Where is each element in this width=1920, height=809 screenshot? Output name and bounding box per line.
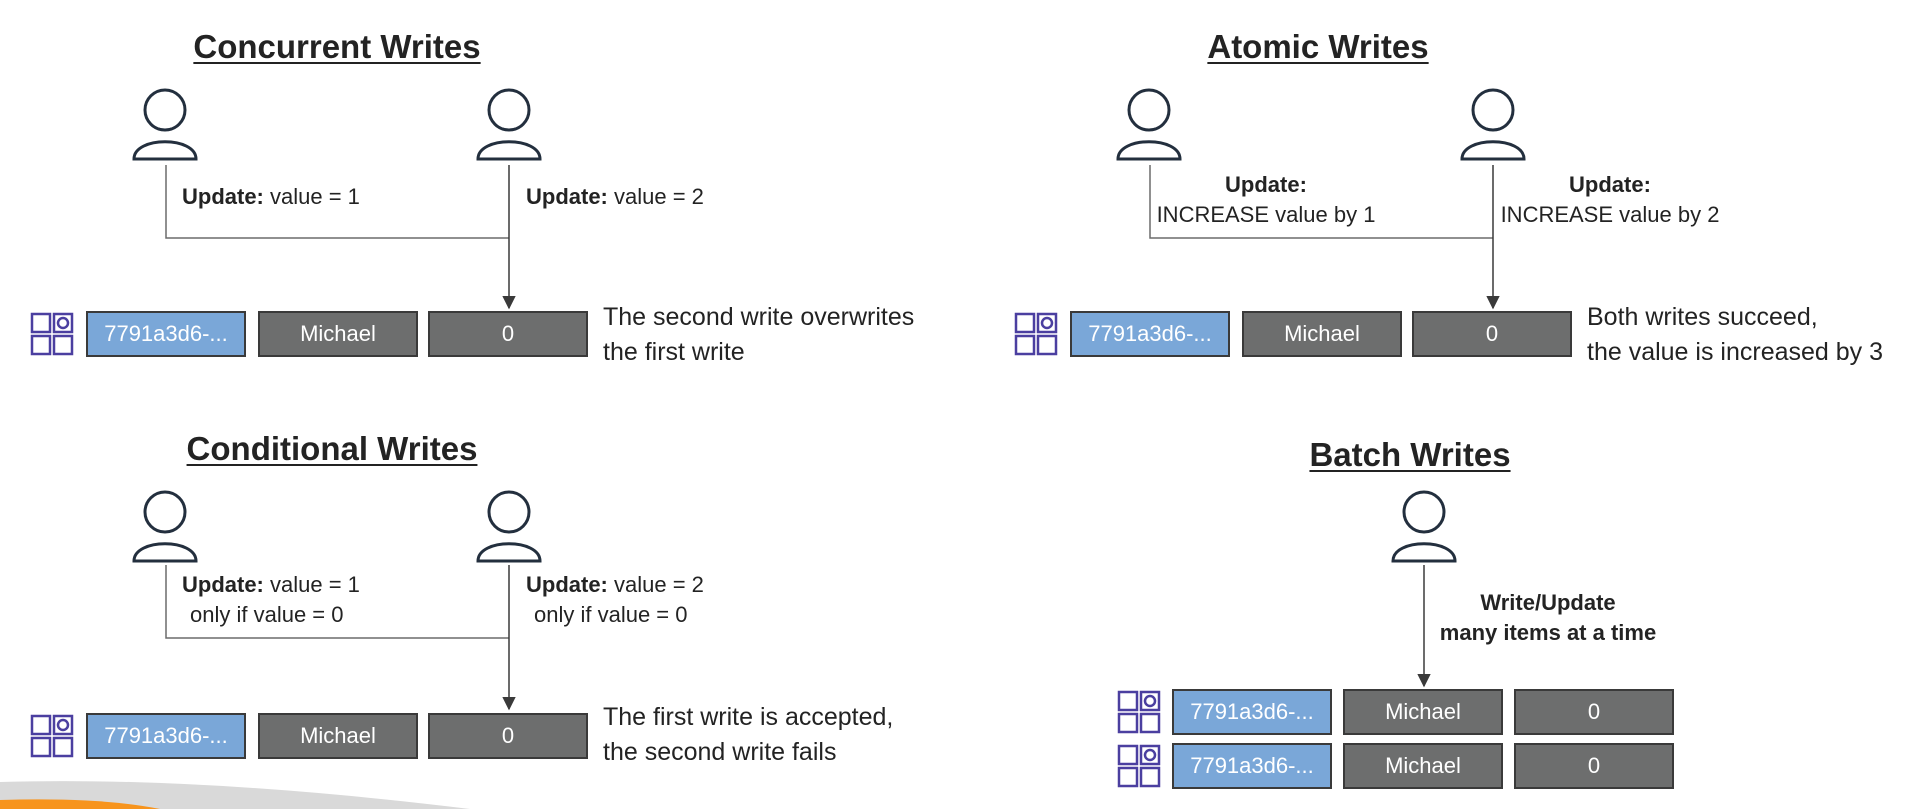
update-expression: value = 2 (607, 572, 704, 597)
batch-label-line: many items at a time (1439, 620, 1657, 645)
description-line: The first write is accepted, (603, 703, 894, 731)
item-key-cell: 7791a3d6-... (1172, 743, 1332, 789)
update-condition: only if value = 0 (534, 602, 688, 627)
update-keyword: Update: (526, 572, 608, 597)
description-line: the value is increased by 3 (1587, 338, 1884, 366)
update-keyword: Update: (182, 184, 264, 209)
table-item-icon (1117, 690, 1161, 734)
update-condition: only if value = 0 (190, 602, 344, 627)
description-line: the second write fails (603, 738, 837, 766)
item-value-cell: 0 (428, 713, 588, 759)
item-key-cell: 7791a3d6-... (1172, 689, 1332, 735)
user-icon (1460, 88, 1526, 161)
update-expression: value = 1 (263, 184, 360, 209)
item-value-cell: 0 (1412, 311, 1572, 357)
update-keyword: Update: (182, 572, 264, 597)
item-name-cell: Michael (1343, 743, 1503, 789)
conditional-writes-title: Conditional Writes (186, 430, 478, 467)
table-item-icon (1117, 744, 1161, 788)
conditional-user2-label: Update: value = 2 only if value = 0 (526, 570, 704, 630)
description-line: Both writes succeed, (1587, 303, 1818, 331)
item-value-cell: 0 (1514, 743, 1674, 789)
item-name-cell: Michael (258, 713, 418, 759)
diagram-canvas (0, 165, 1500, 809)
concurrent-writes-title: Concurrent Writes (193, 28, 481, 65)
concurrent-user2-label: Update: value = 2 (526, 182, 704, 212)
user-icon (1391, 490, 1457, 563)
item-value-cell: 0 (1514, 689, 1674, 735)
item-key-cell: 7791a3d6-... (86, 713, 246, 759)
footer-accent (0, 781, 470, 809)
item-name-cell: Michael (1343, 689, 1503, 735)
update-expression: value = 2 (607, 184, 704, 209)
update-keyword: Update: (1569, 172, 1651, 197)
update-expression: value = 1 (263, 572, 360, 597)
user-icon (132, 88, 198, 161)
table-item-icon (30, 714, 74, 758)
atomic-writes-title: Atomic Writes (1207, 28, 1429, 65)
batch-writes-title: Batch Writes (1309, 436, 1511, 473)
conditional-description: The first write is accepted, the second w… (603, 700, 893, 770)
description-line: The second write overwrites (603, 303, 915, 331)
batch-label-line: Write/Update (1480, 590, 1616, 615)
conditional-user1-label: Update: value = 1 only if value = 0 (182, 570, 360, 630)
item-name-cell: Michael (1242, 311, 1402, 357)
concurrent-description: The second write overwrites the first wri… (603, 300, 914, 370)
update-expression: INCREASE value by 1 (1156, 202, 1376, 227)
table-item-icon (1014, 312, 1058, 356)
update-keyword: Update: (526, 184, 608, 209)
update-keyword: Update: (1225, 172, 1307, 197)
atomic-user1-label: Update: INCREASE value by 1 (1157, 170, 1376, 230)
user-icon (476, 490, 542, 563)
description-line: the first write (603, 338, 745, 366)
item-name-cell: Michael (258, 311, 418, 357)
atomic-description: Both writes succeed, the value is increas… (1587, 300, 1883, 370)
batch-label: Write/Update many items at a time (1440, 588, 1656, 648)
item-key-cell: 7791a3d6-... (86, 311, 246, 357)
user-icon (132, 490, 198, 563)
user-icon (476, 88, 542, 161)
item-value-cell: 0 (428, 311, 588, 357)
item-key-cell: 7791a3d6-... (1070, 311, 1230, 357)
user-icon (1116, 88, 1182, 161)
update-expression: INCREASE value by 2 (1500, 202, 1720, 227)
atomic-user2-label: Update: INCREASE value by 2 (1501, 170, 1720, 230)
table-item-icon (30, 312, 74, 356)
concurrent-user1-label: Update: value = 1 (182, 182, 360, 212)
